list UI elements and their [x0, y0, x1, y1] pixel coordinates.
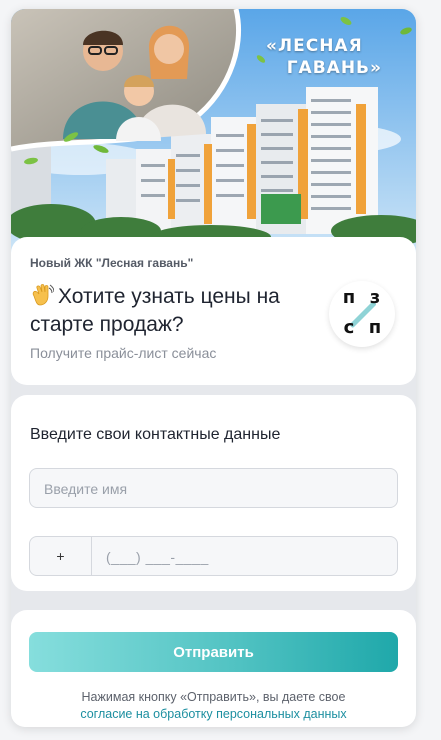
- offer-card: Новый ЖК "Лесная гавань" Хотите узнать ц…: [11, 237, 416, 385]
- project-name: Новый ЖК "Лесная гавань": [30, 256, 194, 270]
- lead-form-widget: «ЛЕСНАЯ ГАВАНЬ» Новый ЖК "Лесная гавань"…: [11, 9, 416, 727]
- waving-hand-icon: [30, 284, 55, 306]
- logo-letter-1: п: [342, 287, 356, 308]
- form-title: Введите свои контактные данные: [30, 426, 281, 443]
- contact-form-card: Введите свои контактные данные Введите и…: [11, 395, 416, 591]
- submit-button[interactable]: Отправить: [29, 632, 398, 672]
- name-input[interactable]: Введите имя: [29, 468, 398, 508]
- offer-headline: Хотите узнать цены на старте продаж?: [30, 283, 330, 339]
- offer-subline: Получите прайс-лист сейчас: [30, 345, 217, 361]
- consent-link[interactable]: согласие на обработку персональных данны…: [80, 707, 346, 721]
- hero-banner: «ЛЕСНАЯ ГАВАНЬ»: [11, 9, 416, 259]
- logo-letter-4: п: [368, 317, 382, 338]
- logo-letter-2: з: [369, 287, 381, 308]
- brand-logo-text: «ЛЕСНАЯ ГАВАНЬ»: [247, 35, 382, 79]
- phone-mask: (___) ___-____: [106, 549, 209, 565]
- submit-card: Отправить Нажимая кнопку «Отправить», вы…: [11, 610, 416, 727]
- brand-line-2: ГАВАНЬ»: [286, 58, 382, 78]
- consent-text: Нажимая кнопку «Отправить», вы даете сво…: [81, 690, 346, 704]
- name-placeholder: Введите имя: [44, 481, 128, 497]
- logo-letter-3: с: [343, 317, 355, 338]
- brand-line-1: «ЛЕСНАЯ: [266, 36, 363, 56]
- offer-headline-text: Хотите узнать цены на старте продаж?: [30, 285, 280, 336]
- phone-country-prefix[interactable]: +: [30, 537, 92, 575]
- developer-logo: п з с п: [329, 281, 395, 347]
- consent-note: Нажимая кнопку «Отправить», вы даете сво…: [21, 689, 406, 723]
- phone-input[interactable]: + (___) ___-____: [29, 536, 398, 576]
